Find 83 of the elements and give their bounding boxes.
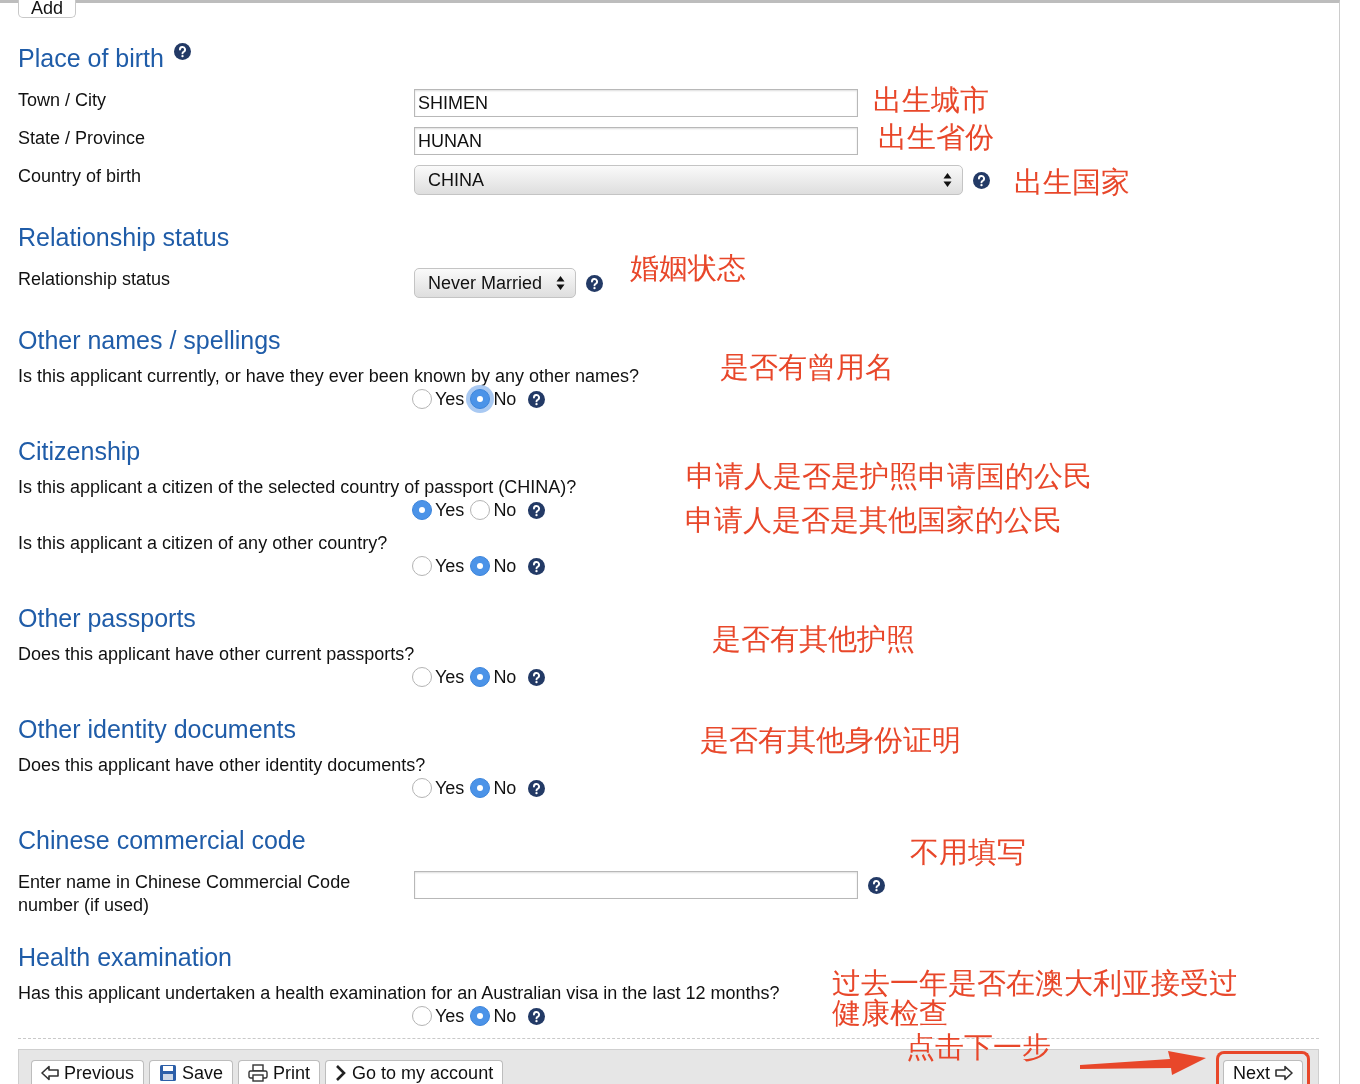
toolbar-button[interactable]: Print [238,1060,321,1084]
radio-option[interactable]: Yes [412,777,465,799]
next-button[interactable]: Next [1223,1060,1303,1084]
radio-option[interactable]: Yes [412,388,465,410]
section-heading: Other passports [18,603,196,633]
text-field[interactable]: SHIMEN [414,89,858,117]
annotation-text: 点击下一步 [906,1031,1051,1063]
section-heading: Relationship status [18,222,230,252]
annotation-text: 婚姻状态 [630,252,746,284]
section-heading: Chinese commercial code [18,825,306,855]
add-button[interactable]: Add [18,0,77,18]
annotation-text: 出生国家 [1014,166,1130,198]
annotation-text: 过去一年是否在澳大利亚接受过 [832,967,1238,999]
radio-button[interactable] [412,778,432,798]
field-label: State / Province [18,127,147,150]
text-field[interactable]: HUNAN [414,127,858,155]
help-icon[interactable] [528,390,546,408]
field-label: Enter name in Chinese Commercial Code number (if used) [18,871,352,917]
forward-arrow-icon [1275,1065,1293,1081]
radio-button[interactable] [412,389,432,409]
printer-icon [248,1064,269,1082]
section-heading: Health examination [18,942,232,972]
help-icon[interactable] [173,43,191,60]
section-heading: Other names / spellings [18,325,281,355]
radio-option[interactable]: Yes [412,1005,465,1027]
annotation-text: 健康检查 [832,997,948,1029]
annotation-text: 出生城市 [873,84,989,116]
question-text: Is this applicant currently, or have they ever been known by any other names? [18,365,639,387]
section-heading: Place of birth [18,43,164,73]
question-text: Has this applicant undertaken a health examination for an Australian visa in the last 12 months? [18,982,780,1004]
help-icon[interactable] [973,171,990,189]
select-field[interactable]: CHINA [414,165,963,195]
radio-button[interactable] [470,556,491,576]
radio-option[interactable]: No [470,555,517,577]
section-heading: Other identity documents [18,714,296,744]
up-down-caret-icon [943,172,952,188]
annotation-text: 申请人是否是护照申请国的公民 [686,460,1092,492]
field-label: Country of birth [18,165,143,188]
radio-option[interactable]: No [470,499,517,521]
up-down-caret-icon [556,275,566,291]
radio-button[interactable] [470,1006,491,1026]
toolbar-button[interactable]: Save [149,1060,234,1084]
field-label: Relationship status [18,268,172,291]
help-icon[interactable] [528,501,546,519]
help-icon[interactable] [528,557,546,575]
radio-option[interactable]: No [470,1005,517,1027]
radio-button[interactable] [470,500,491,520]
annotation-text: 不用填写 [910,836,1026,868]
help-icon[interactable] [528,779,546,797]
toolbar-button[interactable]: Go to my account [325,1060,504,1084]
help-icon[interactable] [528,668,546,686]
annotation-text: 是否有其他护照 [712,623,915,655]
radio-option[interactable]: Yes [412,555,465,577]
radio-option[interactable]: Yes [412,666,465,688]
radio-button[interactable] [412,500,432,520]
question-text: Does this applicant have other identity documents? [18,754,426,776]
radio-option[interactable]: Yes [412,499,465,521]
help-icon[interactable] [586,274,604,292]
annotation-text: 是否有其他身份证明 [700,724,961,756]
annotation-text: 申请人是否是其他国家的公民 [685,504,1062,536]
annotation-text: 是否有曾用名 [720,351,894,383]
question-text: Is this applicant a citizen of any other country? [18,532,388,554]
help-icon[interactable] [528,1007,546,1025]
text-field[interactable] [414,871,858,899]
radio-button[interactable] [412,1006,432,1026]
radio-option[interactable]: No [470,388,517,410]
chevron-right-icon [335,1064,348,1082]
toolbar-button[interactable]: Previous [31,1060,145,1084]
radio-button[interactable] [412,556,432,576]
back-arrow-icon [41,1065,59,1081]
radio-button[interactable] [470,389,491,409]
radio-option[interactable]: No [470,666,517,688]
help-icon[interactable] [868,876,885,894]
radio-button[interactable] [470,667,491,687]
question-text: Does this applicant have other current passports? [18,643,415,665]
select-field[interactable]: Never Married [414,268,577,298]
radio-option[interactable]: No [470,777,517,799]
question-text: Is this applicant a citizen of the selected country of passport (CHINA)? [18,476,577,498]
annotation-text: 出生省份 [878,121,994,153]
field-label: Town / City [18,89,108,112]
radio-button[interactable] [470,778,491,798]
section-heading: Citizenship [18,436,141,466]
radio-button[interactable] [412,667,432,687]
